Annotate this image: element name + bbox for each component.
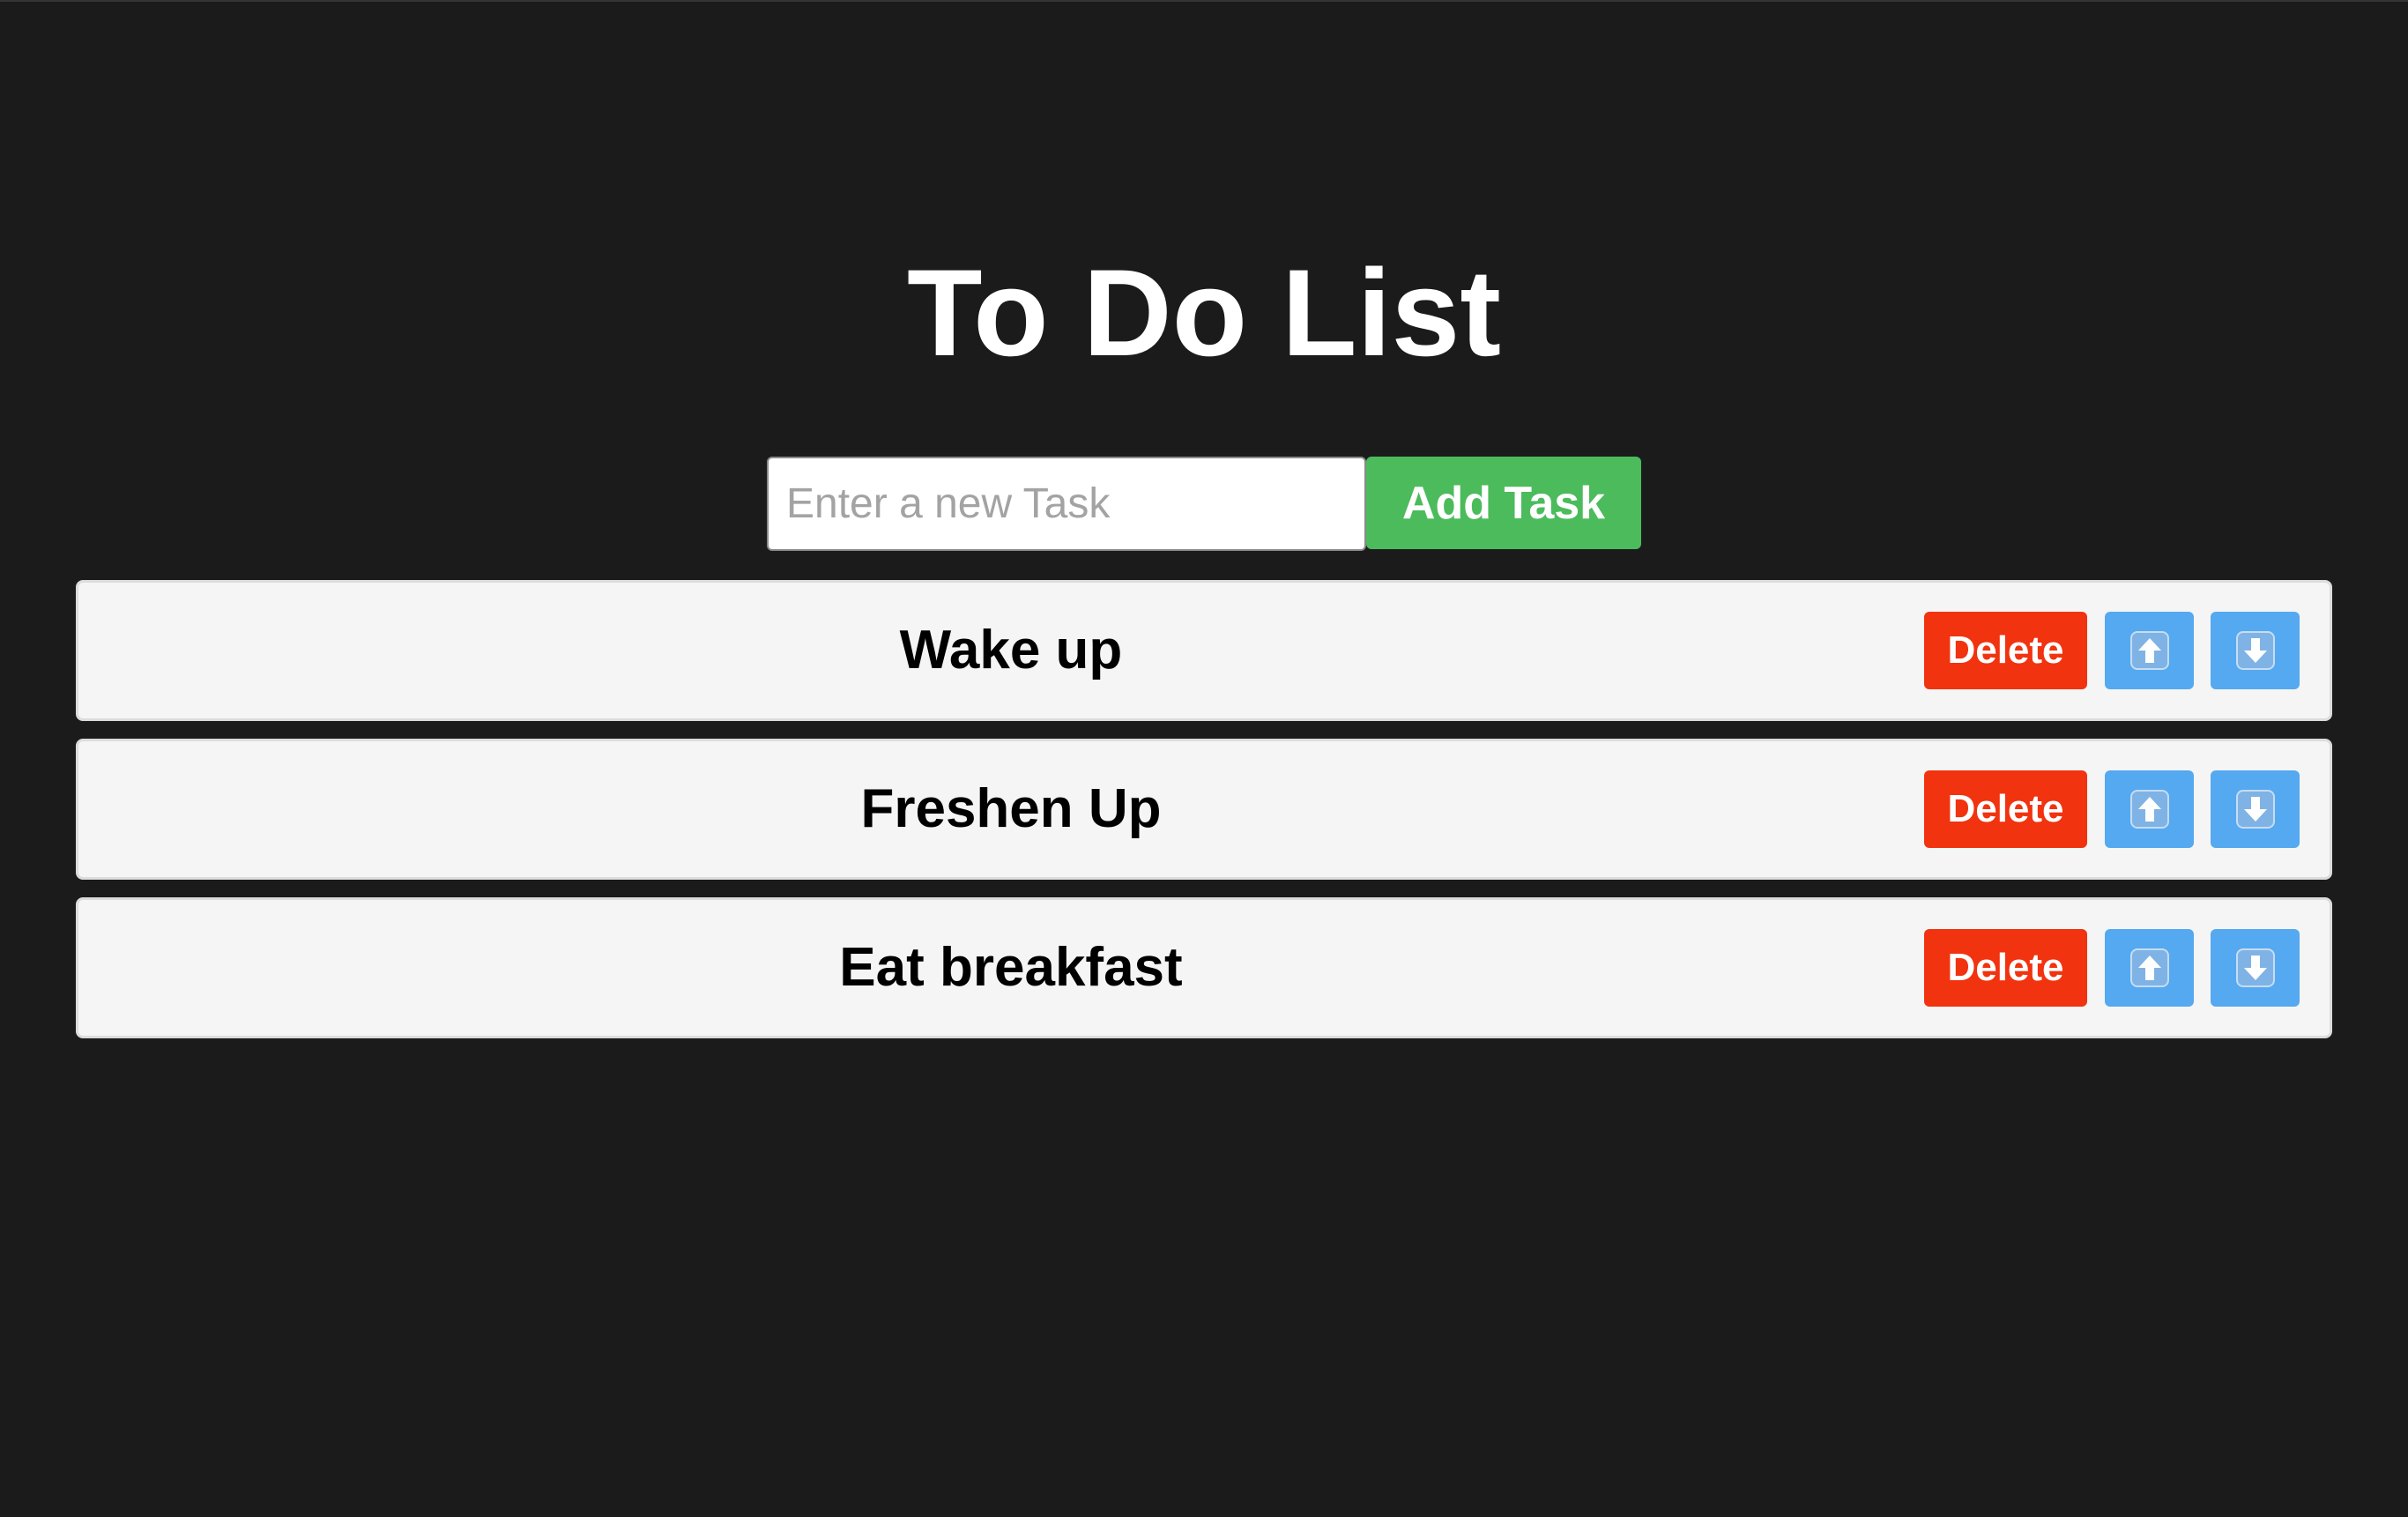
task-text: Eat breakfast: [839, 937, 1183, 998]
arrow-up-icon: [2129, 631, 2169, 670]
task-actions: Delete: [1924, 612, 2300, 689]
move-down-button[interactable]: [2211, 770, 2300, 848]
arrow-down-icon: [2235, 948, 2275, 987]
task-input[interactable]: [767, 457, 1366, 551]
page-title: To Do List: [907, 243, 1501, 382]
arrow-down-icon: [2235, 631, 2275, 670]
delete-button[interactable]: Delete: [1924, 612, 2087, 689]
task-actions: Delete: [1924, 770, 2300, 848]
task-list: Wake up Delete Freshen Up Delete Eat bre…: [76, 580, 2332, 1056]
move-up-button[interactable]: [2105, 612, 2194, 689]
add-task-form: Add Task: [767, 457, 1641, 551]
delete-button[interactable]: Delete: [1924, 929, 2087, 1007]
task-item: Eat breakfast Delete: [76, 897, 2332, 1038]
task-actions: Delete: [1924, 929, 2300, 1007]
todo-app: To Do List Add Task Wake up Delete: [0, 0, 2408, 1517]
task-item: Wake up Delete: [76, 580, 2332, 721]
task-text: Freshen Up: [860, 778, 1162, 839]
move-down-button[interactable]: [2211, 929, 2300, 1007]
task-item: Freshen Up Delete: [76, 739, 2332, 880]
move-down-button[interactable]: [2211, 612, 2300, 689]
arrow-up-icon: [2129, 948, 2169, 987]
task-text: Wake up: [899, 620, 1123, 680]
move-up-button[interactable]: [2105, 929, 2194, 1007]
move-up-button[interactable]: [2105, 770, 2194, 848]
arrow-down-icon: [2235, 790, 2275, 829]
add-task-button[interactable]: Add Task: [1366, 457, 1641, 549]
arrow-up-icon: [2129, 790, 2169, 829]
delete-button[interactable]: Delete: [1924, 770, 2087, 848]
